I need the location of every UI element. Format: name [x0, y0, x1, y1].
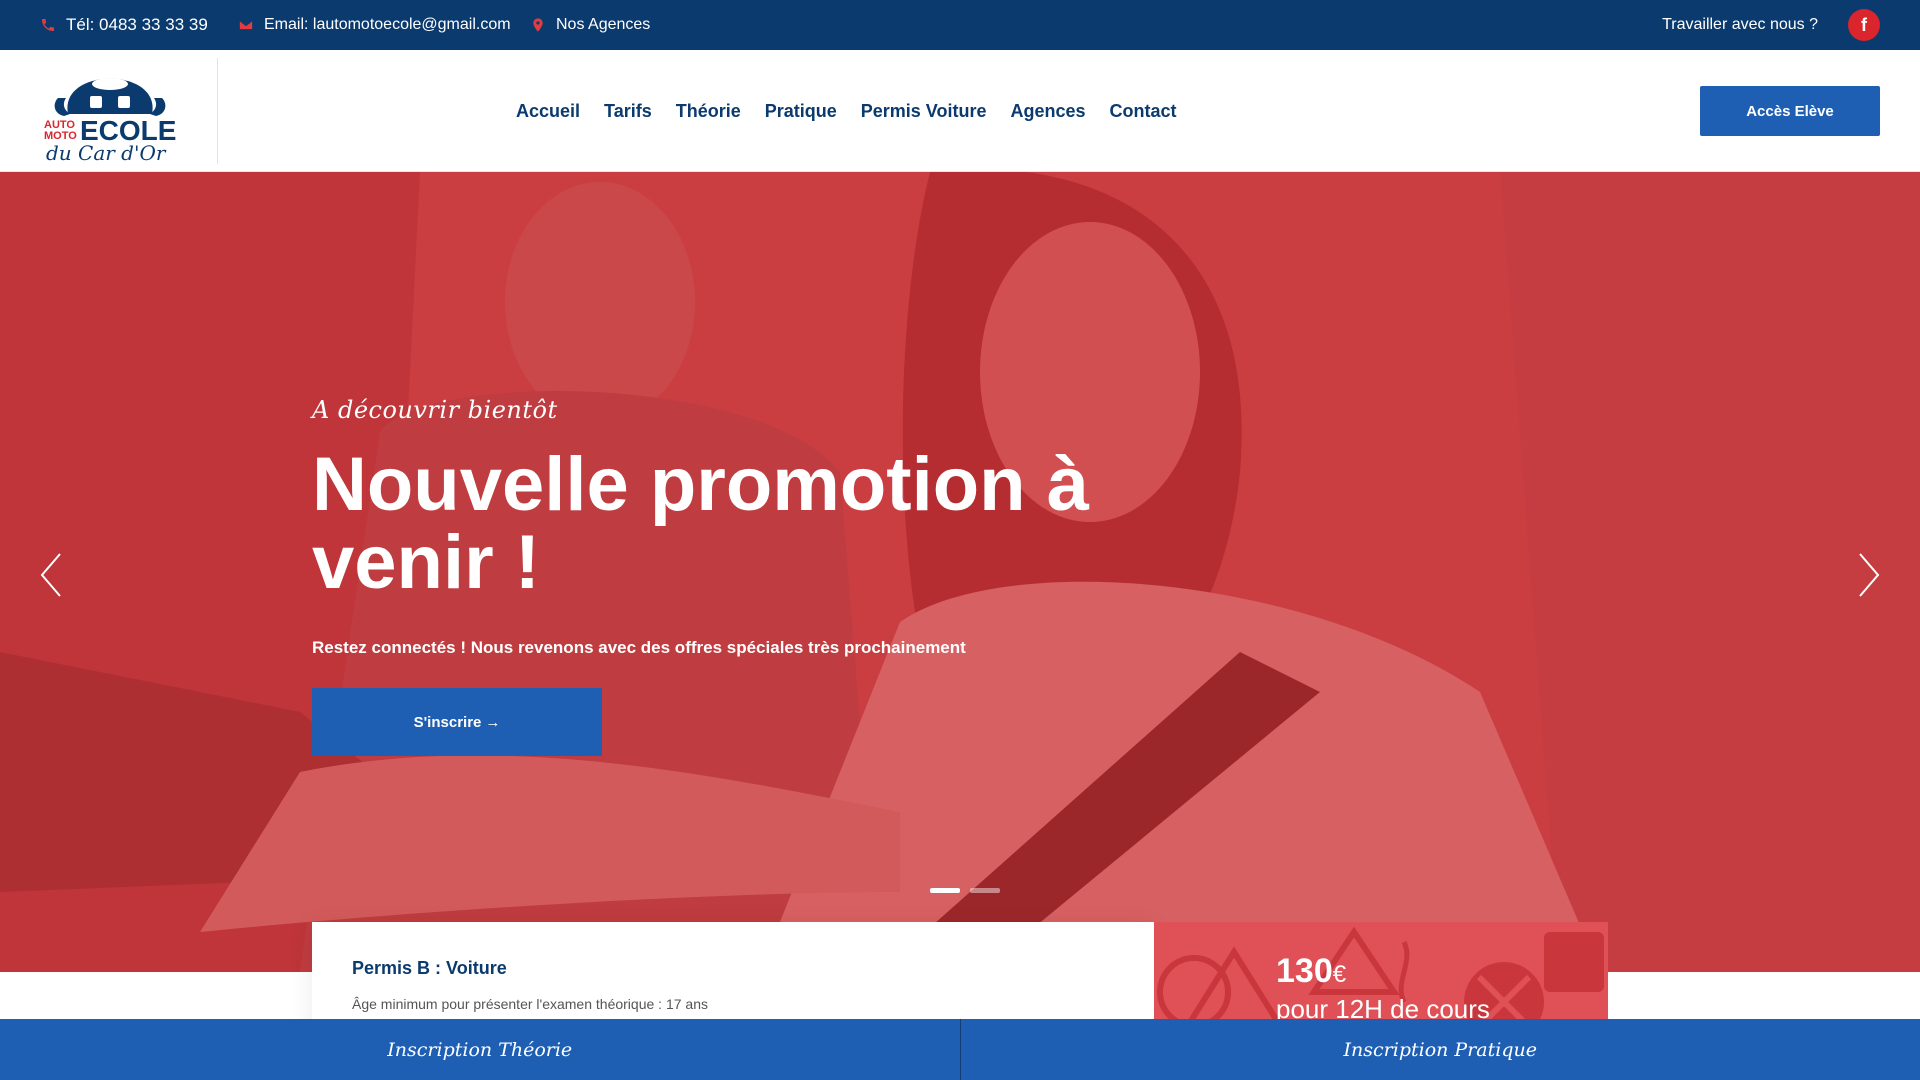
email-text: Email: lautomotoecole@gmail.com	[264, 16, 511, 33]
signup-label: S'inscrire	[413, 713, 482, 731]
site-header: AUTO MOTO ECOLE du Car d'Or Accueil Tari…	[0, 50, 1920, 172]
slider-dot-1[interactable]	[930, 888, 960, 893]
price-currency: €	[1332, 961, 1347, 988]
phone-contact[interactable]: Tél: 0483 33 33 39	[40, 0, 208, 50]
agencies-link[interactable]: Nos Agences	[530, 0, 650, 50]
price-value: 130	[1276, 952, 1333, 990]
student-access-button[interactable]: Accès Elève	[1700, 86, 1880, 136]
svg-text:du Car d'Or: du Car d'Or	[46, 141, 167, 164]
slider-dot-2[interactable]	[970, 888, 1000, 893]
envelope-icon	[238, 19, 254, 31]
site-logo[interactable]: AUTO MOTO ECOLE du Car d'Or	[40, 58, 180, 165]
email-contact[interactable]: Email: lautomotoecole@gmail.com	[238, 0, 511, 50]
phone-icon	[42, 19, 54, 31]
work-with-us-text: Travailler avec nous ?	[1662, 16, 1818, 33]
signup-button[interactable]: S'inscrire →	[312, 688, 602, 756]
price-amount: 130€	[1276, 952, 1346, 991]
slider-prev-icon[interactable]	[36, 550, 66, 600]
phone-text: Tél: 0483 33 33 39	[66, 15, 208, 34]
facebook-icon: f	[1861, 14, 1867, 35]
nav-theorie[interactable]: Théorie	[676, 101, 741, 122]
nav-tarifs[interactable]: Tarifs	[604, 101, 652, 122]
hero-title: Nouvelle promotion à venir !	[312, 442, 1089, 605]
slider-next-icon[interactable]	[1854, 550, 1884, 600]
map-pin-icon	[533, 18, 543, 32]
permit-card-text: Âge minimum pour présenter l'examen théo…	[352, 996, 708, 1012]
nav-permis-voiture[interactable]: Permis Voiture	[861, 101, 987, 122]
logo-divider	[217, 58, 218, 164]
nav-pratique[interactable]: Pratique	[765, 101, 837, 122]
work-with-us-link[interactable]: Travailler avec nous ?	[1662, 0, 1818, 50]
main-nav: Accueil Tarifs Théorie Pratique Permis V…	[516, 50, 1177, 172]
theory-signup-button[interactable]: Inscription Théorie	[0, 1019, 960, 1080]
facebook-button[interactable]: f	[1848, 9, 1880, 41]
hero-subtitle: Restez connectés ! Nous revenons avec de…	[312, 638, 966, 657]
hero-slider: A découvrir bientôt Nouvelle promotion à…	[0, 172, 1920, 972]
agencies-text: Nos Agences	[556, 16, 651, 33]
nav-agences[interactable]: Agences	[1010, 101, 1085, 122]
car-logo-icon: AUTO MOTO ECOLE du Car d'Or	[44, 78, 176, 165]
hero-tagline: A découvrir bientôt	[312, 396, 558, 424]
bottom-bar: Inscription Théorie Inscription Pratique	[0, 1019, 1920, 1080]
top-bar: Tél: 0483 33 33 39 Email: lautomotoecole…	[0, 0, 1920, 50]
hero-content: A découvrir bientôt Nouvelle promotion à…	[312, 396, 1212, 756]
nav-contact[interactable]: Contact	[1110, 101, 1177, 122]
arrow-right-icon: →	[485, 713, 501, 731]
nav-accueil[interactable]: Accueil	[516, 101, 580, 122]
permit-card-title: Permis B : Voiture	[352, 958, 507, 978]
practice-signup-button[interactable]: Inscription Pratique	[961, 1019, 1920, 1080]
slider-dots	[930, 888, 1000, 893]
